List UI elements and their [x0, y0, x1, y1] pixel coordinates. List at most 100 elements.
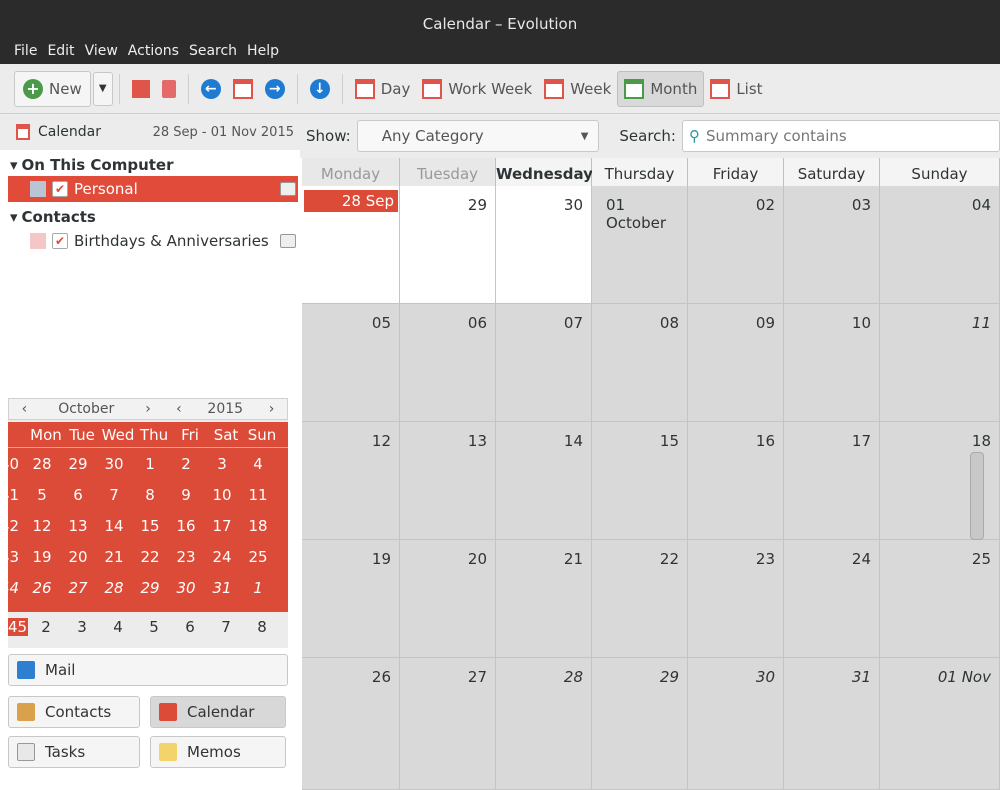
- mini-day[interactable]: 19: [24, 548, 60, 566]
- mini-day[interactable]: 20: [60, 548, 96, 566]
- mini-day[interactable]: 5: [136, 618, 172, 636]
- day-cell[interactable]: 07: [496, 304, 592, 422]
- day-cell[interactable]: 29: [400, 186, 496, 304]
- day-cell[interactable]: 19: [302, 540, 400, 658]
- menu-help[interactable]: Help: [247, 43, 279, 59]
- day-cell[interactable]: 11: [880, 304, 1000, 422]
- mini-day[interactable]: 3: [204, 455, 240, 473]
- mini-day[interactable]: 12: [24, 517, 60, 535]
- mini-day[interactable]: 22: [132, 548, 168, 566]
- mini-day[interactable]: 7: [96, 486, 132, 504]
- mini-day[interactable]: 25: [240, 548, 276, 566]
- menu-view[interactable]: View: [85, 43, 118, 59]
- mini-day[interactable]: 10: [204, 486, 240, 504]
- menu-file[interactable]: File: [14, 43, 37, 59]
- work-week-view-button[interactable]: Work Week: [416, 71, 538, 107]
- day-cell[interactable]: 06: [400, 304, 496, 422]
- day-cell[interactable]: 29: [592, 658, 688, 790]
- switcher-calendar-button[interactable]: Calendar: [150, 696, 286, 728]
- day-cell[interactable]: 01 October: [592, 186, 688, 304]
- day-cell[interactable]: 09: [688, 304, 784, 422]
- day-cell[interactable]: 04: [880, 186, 1000, 304]
- mini-day[interactable]: 13: [60, 517, 96, 535]
- week-view-button[interactable]: Week: [538, 71, 617, 107]
- day-cell[interactable]: 01 Nov: [880, 658, 1000, 790]
- group-header[interactable]: ▾ On This Computer: [8, 150, 298, 176]
- mini-day[interactable]: 2: [168, 455, 204, 473]
- day-cell[interactable]: 28: [496, 658, 592, 790]
- source-checkbox[interactable]: ✔: [52, 233, 68, 249]
- day-cell[interactable]: 21: [496, 540, 592, 658]
- day-cell[interactable]: 25: [880, 540, 1000, 658]
- vertical-scrollbar[interactable]: [970, 452, 984, 540]
- search-input[interactable]: ⚲ Summary contains: [681, 120, 1000, 152]
- previous-button[interactable]: ←: [195, 71, 227, 107]
- day-cell[interactable]: 22: [592, 540, 688, 658]
- mini-day[interactable]: 23: [168, 548, 204, 566]
- group-header[interactable]: ▾ Contacts: [8, 202, 298, 228]
- day-cell[interactable]: 30: [688, 658, 784, 790]
- list-view-button[interactable]: List: [704, 71, 768, 107]
- mini-day[interactable]: 6: [172, 618, 208, 636]
- day-cell[interactable]: 31: [784, 658, 880, 790]
- source-checkbox[interactable]: ✔: [52, 181, 68, 197]
- switcher-mail-button[interactable]: Mail: [8, 654, 288, 686]
- mini-day[interactable]: 21: [96, 548, 132, 566]
- day-cell[interactable]: 14: [496, 422, 592, 540]
- day-cell[interactable]: 15: [592, 422, 688, 540]
- mini-day[interactable]: 8: [132, 486, 168, 504]
- day-view-button[interactable]: Day: [349, 71, 417, 107]
- mini-day[interactable]: 29: [132, 579, 168, 597]
- day-cell[interactable]: 30: [496, 186, 592, 304]
- day-cell[interactable]: 02: [688, 186, 784, 304]
- switcher-memos-button[interactable]: Memos: [150, 736, 286, 768]
- mini-day[interactable]: 14: [96, 517, 132, 535]
- day-cell[interactable]: 08: [592, 304, 688, 422]
- mini-day[interactable]: 29: [60, 455, 96, 473]
- day-cell[interactable]: 26: [302, 658, 400, 790]
- day-cell[interactable]: 17: [784, 422, 880, 540]
- mini-day[interactable]: 15: [132, 517, 168, 535]
- day-cell[interactable]: 03: [784, 186, 880, 304]
- mini-day[interactable]: 7: [208, 618, 244, 636]
- mini-day[interactable]: 5: [24, 486, 60, 504]
- menu-edit[interactable]: Edit: [47, 43, 74, 59]
- print-button[interactable]: [126, 71, 156, 107]
- today-button[interactable]: [227, 71, 259, 107]
- mini-day[interactable]: 24: [204, 548, 240, 566]
- day-cell[interactable]: 05: [302, 304, 400, 422]
- prev-year-button[interactable]: ‹: [163, 401, 194, 417]
- day-cell[interactable]: 28 Sep: [302, 186, 400, 304]
- day-cell[interactable]: 23: [688, 540, 784, 658]
- delete-button[interactable]: [156, 71, 182, 107]
- day-cell[interactable]: 16: [688, 422, 784, 540]
- mini-day[interactable]: 17: [204, 517, 240, 535]
- mini-day[interactable]: 4: [100, 618, 136, 636]
- mini-day[interactable]: 1: [132, 455, 168, 473]
- source-menu-icon[interactable]: [280, 182, 296, 196]
- source-menu-icon[interactable]: [280, 234, 296, 248]
- menu-actions[interactable]: Actions: [128, 43, 179, 59]
- mini-day[interactable]: 30: [96, 455, 132, 473]
- next-month-button[interactable]: ›: [133, 401, 164, 417]
- day-cell[interactable]: 12: [302, 422, 400, 540]
- switcher-contacts-button[interactable]: Contacts: [8, 696, 140, 728]
- switcher-tasks-button[interactable]: Tasks: [8, 736, 140, 768]
- mini-day[interactable]: 28: [96, 579, 132, 597]
- mini-day[interactable]: 9: [168, 486, 204, 504]
- mini-day[interactable]: 3: [64, 618, 100, 636]
- source-birthdays[interactable]: ✔ Birthdays & Anniversaries: [8, 228, 298, 254]
- mini-day[interactable]: 8: [244, 618, 280, 636]
- mini-day[interactable]: 31: [204, 579, 240, 597]
- day-cell[interactable]: 20: [400, 540, 496, 658]
- day-cell[interactable]: 10: [784, 304, 880, 422]
- day-cell[interactable]: 24: [784, 540, 880, 658]
- day-cell[interactable]: 13: [400, 422, 496, 540]
- mini-day[interactable]: 30: [168, 579, 204, 597]
- new-button[interactable]: + New: [14, 70, 91, 107]
- mini-day[interactable]: 6: [60, 486, 96, 504]
- category-select[interactable]: Any Category ▼: [356, 120, 600, 152]
- prev-month-button[interactable]: ‹: [9, 401, 40, 417]
- mini-day[interactable]: 1: [240, 579, 276, 597]
- next-year-button[interactable]: ›: [256, 401, 287, 417]
